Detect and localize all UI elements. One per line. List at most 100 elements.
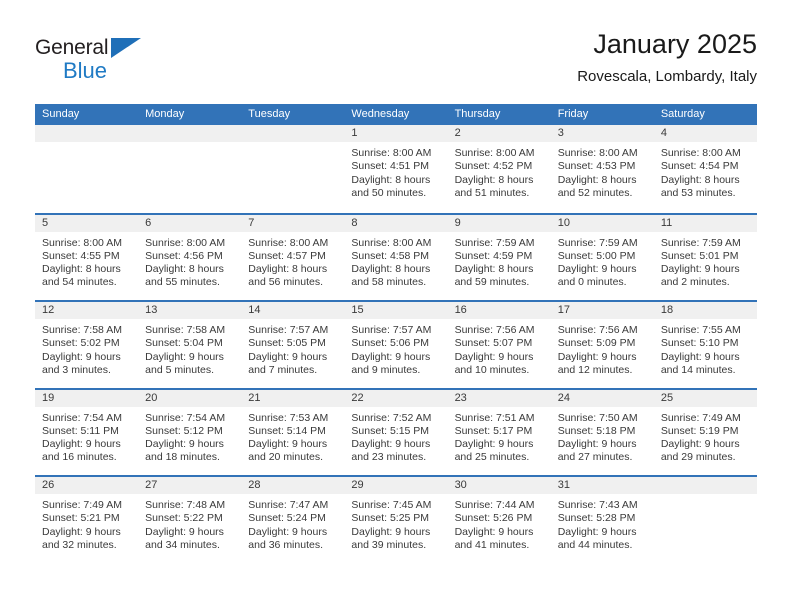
daylight-text-3: and 52 minutes.	[557, 186, 633, 199]
day-number: 30	[447, 477, 551, 494]
sunrise-text: Sunrise: 7:54 AM	[145, 411, 226, 424]
daylight-text-3: and 51 minutes.	[454, 186, 530, 199]
day-cell-4[interactable]: 4 Sunrise: 8:00 AM Sunset: 4:54 PM Daylight…	[653, 125, 757, 213]
day-cell-12[interactable]: 12 Sunrise: 7:58 AM Sunset: 5:02 PM Dayligh…	[35, 302, 139, 388]
day-cell-6[interactable]: 6 Sunrise: 8:00 AM Sunset: 4:56 PM Daylight…	[138, 214, 242, 300]
day-cell-7[interactable]: 7 Sunrise: 8:00 AM Sunset: 4:57 PM Daylight…	[241, 214, 345, 300]
day-cell-28[interactable]: 28 Sunrise: 7:47 AM Sunset: 5:24 PM Dayligh…	[241, 477, 345, 563]
day-cell-3[interactable]: 3 Sunrise: 8:00 AM Sunset: 4:53 PM Daylight…	[550, 125, 654, 213]
day-details: Sunrise: 8:00 AM Sunset: 4:57 PM Daylight:…	[241, 232, 344, 290]
sunrise-text: Sunrise: 8:00 AM	[42, 236, 122, 249]
day-cell-11[interactable]: 11 Sunrise: 7:59 AM Sunset: 5:01 PM Dayligh…	[653, 214, 757, 300]
daylight-text-2: Daylight: 8 hours	[351, 173, 431, 186]
day-cell-2[interactable]: 2 Sunrise: 8:00 AM Sunset: 4:52 PM Daylight…	[447, 125, 551, 213]
weekday-header-monday: Monday	[145, 108, 185, 120]
day-cell-16[interactable]: 16 Sunrise: 7:56 AM Sunset: 5:07 PM Dayligh…	[447, 302, 551, 388]
day-cell-5[interactable]: 5 Sunrise: 8:00 AM Sunset: 4:55 PM Daylight…	[35, 214, 139, 300]
sunset-text: Sunset: 5:28 PM	[557, 512, 636, 525]
day-cell-30[interactable]: 30 Sunrise: 7:44 AM Sunset: 5:26 PM Dayligh…	[447, 477, 551, 563]
sunset-text: Sunset: 5:06 PM	[351, 337, 430, 350]
weekday-header-friday: Friday	[557, 108, 589, 120]
sunset-text: Sunset: 5:02 PM	[42, 337, 120, 350]
day-cell-13[interactable]: 13 Sunrise: 7:58 AM Sunset: 5:04 PM Dayligh…	[138, 302, 242, 388]
daylight-text-3: and 54 minutes.	[42, 276, 117, 289]
daylight-text-2: Daylight: 9 hours	[557, 525, 637, 538]
sunset-text: Sunset: 5:15 PM	[351, 424, 430, 437]
sunset-text: Sunset: 4:51 PM	[351, 160, 430, 173]
day-cell-21[interactable]: 21 Sunrise: 7:53 AM Sunset: 5:14 PM Dayligh…	[241, 389, 345, 475]
daylight-text-3: and 58 minutes.	[351, 276, 427, 289]
day-details: Sunrise: 7:57 AM Sunset: 5:05 PM Daylight:…	[241, 319, 344, 377]
sunrise-text: Sunrise: 7:56 AM	[557, 324, 638, 336]
sunrise-text: Sunrise: 7:59 AM	[660, 236, 741, 249]
sunrise-text: Sunrise: 7:58 AM	[145, 324, 226, 336]
sunrise-text: Sunrise: 8:00 AM	[248, 236, 329, 249]
day-details: Sunrise: 7:50 AM Sunset: 5:18 PM Daylight:…	[551, 407, 654, 465]
day-number: 1	[344, 125, 448, 142]
daylight-text-3: and 16 minutes.	[42, 451, 117, 464]
day-details: Sunrise: 7:51 AM Sunset: 5:17 PM Daylight:…	[448, 407, 551, 465]
sunrise-text: Sunrise: 7:57 AM	[248, 324, 329, 336]
day-details: Sunrise: 7:58 AM Sunset: 5:02 PM Daylight:…	[35, 319, 138, 377]
day-cell-29[interactable]: 29 Sunrise: 7:45 AM Sunset: 5:25 PM Dayligh…	[344, 477, 448, 563]
sunrise-text: Sunrise: 7:52 AM	[351, 411, 432, 424]
day-cell-17[interactable]: 17 Sunrise: 7:56 AM Sunset: 5:09 PM Dayligh…	[550, 302, 654, 388]
day-cell-31[interactable]: 31 Sunrise: 7:43 AM Sunset: 5:28 PM Dayligh…	[550, 477, 654, 563]
sunrise-text: Sunrise: 7:48 AM	[145, 499, 226, 511]
day-cell-23[interactable]: 23 Sunrise: 7:51 AM Sunset: 5:17 PM Dayligh…	[447, 389, 551, 475]
sunset-text: Sunset: 5:07 PM	[454, 337, 533, 350]
daylight-text-3: and 10 minutes.	[454, 363, 530, 376]
day-cell-19[interactable]: 19 Sunrise: 7:54 AM Sunset: 5:11 PM Dayligh…	[35, 389, 139, 475]
sunrise-text: Sunrise: 8:00 AM	[557, 147, 638, 159]
day-details: Sunrise: 7:44 AM Sunset: 5:26 PM Daylight:…	[448, 494, 551, 552]
logo-text-blue: Blue	[63, 58, 108, 83]
day-cell-22[interactable]: 22 Sunrise: 7:52 AM Sunset: 5:15 PM Dayligh…	[344, 389, 448, 475]
day-cell-10[interactable]: 10 Sunrise: 7:59 AM Sunset: 5:00 PM Dayligh…	[550, 214, 654, 300]
general-blue-logo[interactable]: General Blue	[35, 36, 155, 88]
sunset-text: Sunset: 5:19 PM	[660, 424, 739, 437]
day-cell-18[interactable]: 18 Sunrise: 7:55 AM Sunset: 5:10 PM Dayligh…	[653, 302, 757, 388]
sunrise-text: Sunrise: 7:44 AM	[454, 499, 535, 511]
daylight-text-2: Daylight: 9 hours	[557, 263, 637, 276]
sunset-text: Sunset: 4:59 PM	[454, 249, 533, 262]
day-cell-24[interactable]: 24 Sunrise: 7:50 AM Sunset: 5:18 PM Dayligh…	[550, 389, 654, 475]
day-number: 6	[138, 214, 242, 232]
page-subtitle: Rovescala, Lombardy, Italy	[577, 68, 757, 85]
day-cell-26[interactable]: 26 Sunrise: 7:49 AM Sunset: 5:21 PM Dayligh…	[35, 477, 139, 563]
day-number: 15	[344, 302, 448, 319]
daylight-text-2: Daylight: 9 hours	[351, 525, 431, 538]
daylight-text-3: and 56 minutes.	[248, 276, 323, 289]
day-cell-27[interactable]: 27 Sunrise: 7:48 AM Sunset: 5:22 PM Dayligh…	[138, 477, 242, 563]
day-cell-14[interactable]: 14 Sunrise: 7:57 AM Sunset: 5:05 PM Dayligh…	[241, 302, 345, 388]
day-details	[654, 494, 757, 499]
day-cell-8[interactable]: 8 Sunrise: 8:00 AM Sunset: 4:58 PM Daylight…	[344, 214, 448, 300]
daylight-text-2: Daylight: 9 hours	[454, 525, 534, 538]
sunset-text: Sunset: 4:52 PM	[454, 160, 533, 173]
sunrise-text: Sunrise: 7:58 AM	[42, 324, 122, 336]
sunset-text: Sunset: 4:53 PM	[557, 160, 636, 173]
day-number: 20	[138, 389, 242, 407]
daylight-text-3: and 32 minutes.	[42, 538, 117, 551]
day-cell-1[interactable]: 1 Sunrise: 8:00 AM Sunset: 4:51 PM Daylight…	[344, 125, 448, 213]
daylight-text-2: Daylight: 9 hours	[42, 525, 121, 538]
day-number: 29	[344, 477, 448, 494]
day-cell-25[interactable]: 25 Sunrise: 7:49 AM Sunset: 5:19 PM Dayligh…	[653, 389, 757, 475]
sunrise-text: Sunrise: 7:43 AM	[557, 499, 638, 511]
daylight-text-3: and 20 minutes.	[248, 451, 323, 464]
day-details: Sunrise: 8:00 AM Sunset: 4:53 PM Daylight:…	[551, 142, 654, 200]
day-number: 11	[653, 214, 757, 232]
day-details: Sunrise: 7:48 AM Sunset: 5:22 PM Daylight:…	[138, 494, 241, 552]
daylight-text-2: Daylight: 9 hours	[42, 350, 121, 363]
day-number	[138, 125, 242, 142]
daylight-text-2: Daylight: 9 hours	[145, 350, 224, 363]
sunset-text: Sunset: 5:24 PM	[248, 512, 326, 525]
day-cell-20[interactable]: 20 Sunrise: 7:54 AM Sunset: 5:12 PM Dayligh…	[138, 389, 242, 475]
day-cell-15[interactable]: 15 Sunrise: 7:57 AM Sunset: 5:06 PM Dayligh…	[344, 302, 448, 388]
daylight-text-2: Daylight: 9 hours	[351, 350, 431, 363]
day-cell-9[interactable]: 9 Sunrise: 7:59 AM Sunset: 4:59 PM Daylight…	[447, 214, 551, 300]
sunset-text: Sunset: 5:22 PM	[145, 512, 223, 525]
day-details: Sunrise: 7:54 AM Sunset: 5:12 PM Daylight:…	[138, 407, 241, 465]
sunset-text: Sunset: 5:05 PM	[248, 337, 326, 350]
day-details: Sunrise: 8:00 AM Sunset: 4:58 PM Daylight:…	[344, 232, 447, 290]
day-details: Sunrise: 7:56 AM Sunset: 5:07 PM Daylight:…	[448, 319, 551, 377]
